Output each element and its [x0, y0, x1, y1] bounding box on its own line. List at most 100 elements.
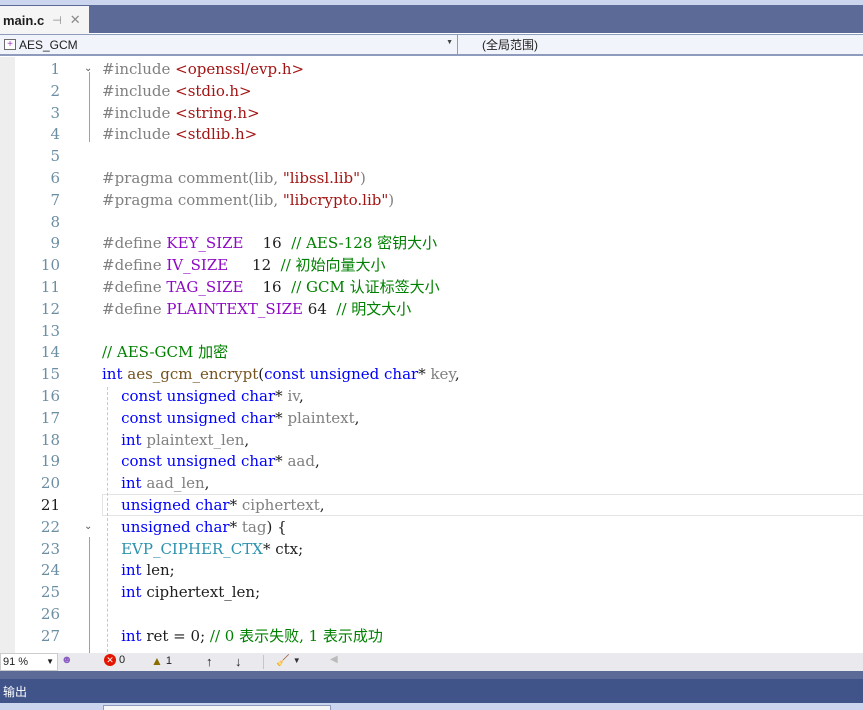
output-panel-title: 输出 [3, 684, 28, 699]
code-token: 64 [303, 299, 337, 318]
code-text: // AES-GCM 加密 [102, 341, 228, 363]
code-line[interactable]: 2 #include <stdio.h> [0, 80, 863, 102]
code-token: // AES-128 密钥大小 [291, 234, 438, 253]
code-line[interactable]: 15 int aes_gcm_encrypt(const unsigned cha… [0, 363, 863, 385]
code-line[interactable]: 11 #define TAG_SIZE 16 // GCM 认证标签大小 [0, 276, 863, 298]
code-line[interactable]: 23 EVP_CIPHER_CTX* ctx; [0, 538, 863, 560]
line-number: 2 [50, 81, 60, 100]
warnings-indicator[interactable]: ▲ 1 [151, 654, 172, 668]
code-line[interactable]: 17 const unsigned char* plaintext, [0, 407, 863, 429]
line-number: 8 [50, 212, 60, 231]
code-cleanup-icon[interactable]: 🧹 ▼ [276, 654, 301, 667]
code-line[interactable]: 7 #pragma comment(lib, "libcrypto.lib") [0, 189, 863, 211]
code-token: * [418, 365, 431, 384]
line-number: 27 [40, 626, 60, 645]
zoom-dropdown[interactable]: 91 % ▼ [0, 653, 58, 671]
code-token: #include [102, 103, 176, 122]
global-scope-dropdown[interactable]: (全局范围) [462, 35, 538, 54]
warning-count: 1 [165, 655, 173, 667]
code-token: tag [241, 517, 267, 536]
project-scope-label: AES_GCM [19, 37, 78, 52]
code-line[interactable]: 26 [0, 603, 863, 625]
scroll-left-icon[interactable]: ◀ [330, 654, 338, 665]
code-text: #define KEY_SIZE 16 // AES-128 密钥大小 [102, 232, 437, 254]
code-line[interactable]: 16 const unsigned char* iv, [0, 385, 863, 407]
line-number: 23 [40, 539, 60, 558]
fold-region-line [89, 537, 90, 653]
code-line[interactable]: 27 int ret = 0; // 0 表示失败, 1 表示成功 [0, 625, 863, 647]
code-token: int [121, 430, 147, 449]
code-token: "libcrypto.lib" [282, 190, 389, 209]
code-token: <string.h> [175, 103, 260, 122]
code-text: #include <string.h> [102, 102, 260, 124]
line-number: 24 [40, 561, 60, 580]
document-tab-bar [0, 5, 863, 33]
code-token: ciphertext_len; [146, 583, 261, 602]
code-line[interactable]: 13 [0, 320, 863, 342]
code-token: // 0 表示失败, 1 表示成功 [209, 626, 383, 645]
code-line[interactable]: 10 #define IV_SIZE 12 // 初始向量大小 [0, 254, 863, 276]
error-count: 0 [119, 654, 126, 666]
output-source-dropdown[interactable] [103, 705, 331, 710]
code-token: * [229, 517, 242, 536]
code-token: * [275, 452, 288, 471]
code-line[interactable]: 5 [0, 145, 863, 167]
code-token: , [204, 474, 210, 493]
code-token: int [121, 626, 147, 645]
project-scope-dropdown[interactable]: + AES_GCM ▼ [0, 35, 458, 54]
code-token: , [314, 452, 320, 471]
code-token: TAG_SIZE [166, 278, 244, 296]
code-line[interactable]: 6 #pragma comment(lib, "libssl.lib") [0, 167, 863, 189]
code-line[interactable]: 25 int ciphertext_len; [0, 581, 863, 603]
code-editor[interactable]: 1 ⌄ #include <openssl/evp.h> 2 #include <std… [0, 57, 863, 653]
code-line[interactable]: 21 unsigned char* ciphertext, [0, 494, 863, 516]
code-token: , [454, 365, 460, 384]
next-issue-button[interactable]: ↓ [235, 654, 242, 669]
code-token: 12 [228, 256, 281, 275]
health-icon[interactable]: ☻ [61, 654, 73, 666]
code-text: #define PLAINTEXT_SIZE 64 // 明文大小 [102, 298, 411, 320]
code-text: #include <stdio.h> [102, 80, 252, 102]
chevron-down-icon[interactable]: ▼ [446, 39, 453, 46]
previous-issue-button[interactable]: ↑ [206, 654, 213, 669]
code-line[interactable]: 12 #define PLAINTEXT_SIZE 64 // 明文大小 [0, 298, 863, 320]
line-number: 13 [40, 321, 60, 340]
close-icon[interactable]: ✕ [70, 12, 81, 28]
code-line[interactable]: 20 int aad_len, [0, 472, 863, 494]
code-line[interactable]: 24 int len; [0, 559, 863, 581]
line-number: 11 [40, 278, 60, 296]
code-token: iv [287, 387, 299, 405]
code-token: PLAINTEXT_SIZE [166, 299, 304, 318]
code-line[interactable]: 4 #include <stdlib.h> [0, 123, 863, 145]
separator [263, 655, 264, 669]
code-text: #include <openssl/evp.h> [102, 58, 304, 80]
code-token: len; [146, 561, 175, 580]
code-line[interactable]: 19 const unsigned char* aad, [0, 450, 863, 472]
panel-divider [0, 671, 863, 679]
code-line[interactable]: 22 ⌄ unsigned char* tag) { [0, 516, 863, 538]
line-number: 10 [40, 256, 60, 275]
fold-toggle-icon[interactable]: ⌄ [84, 516, 92, 538]
code-line[interactable]: 1 ⌄ #include <openssl/evp.h> [0, 58, 863, 80]
errors-indicator[interactable]: ✕ 0 [104, 654, 125, 666]
code-token: plaintext_len [146, 430, 245, 449]
code-line[interactable]: 8 [0, 211, 863, 233]
code-text: unsigned char* tag) { [102, 516, 287, 538]
line-number: 6 [50, 169, 60, 187]
line-number: 12 [40, 299, 60, 318]
code-text: int ret = 0; // 0 表示失败, 1 表示成功 [102, 625, 383, 647]
code-token: int [121, 474, 147, 493]
code-token: #pragma comment(lib, [102, 190, 283, 209]
tab-main-c[interactable]: main.c ⊣ ✕ [0, 6, 89, 34]
code-token: // 初始向量大小 [280, 256, 386, 275]
code-line[interactable]: 9 #define KEY_SIZE 16 // AES-128 密钥大小 [0, 232, 863, 254]
pin-icon[interactable]: ⊣ [52, 14, 62, 27]
code-line[interactable]: 18 int plaintext_len, [0, 429, 863, 451]
code-line[interactable]: 3 #include <string.h> [0, 102, 863, 124]
code-line[interactable]: 14 // AES-GCM 加密 [0, 341, 863, 363]
line-number: 16 [40, 387, 60, 405]
